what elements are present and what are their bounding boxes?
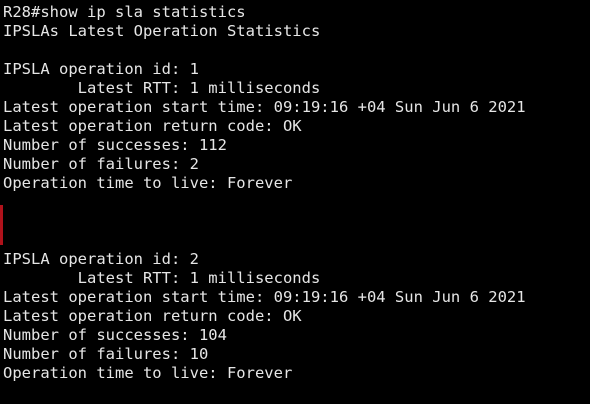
time-to-live: Operation time to live: Forever <box>3 174 293 192</box>
success-count: Number of successes: 112 <box>3 136 227 154</box>
operation-block-1: IPSLA operation id: 1 Latest RTT: 1 mill… <box>3 60 590 193</box>
time-to-live: Operation time to live: Forever <box>3 364 293 382</box>
prompt: R28# <box>3 3 41 21</box>
command-line: R28#show ip sla statistics <box>3 3 590 22</box>
operation-id: IPSLA operation id: 2 <box>3 250 199 268</box>
success-count: Number of successes: 104 <box>3 326 227 344</box>
failure-count: Number of failures: 2 <box>3 155 199 173</box>
terminal-output: R28#show ip sla statistics IPSLAs Latest… <box>3 3 590 383</box>
latest-rtt: Latest RTT: 1 milliseconds <box>3 269 321 287</box>
return-code: Latest operation return code: OK <box>3 307 302 325</box>
start-time: Latest operation start time: 09:19:16 +0… <box>3 288 526 306</box>
operation-id: IPSLA operation id: 1 <box>3 60 199 78</box>
start-time: Latest operation start time: 09:19:16 +0… <box>3 98 526 116</box>
command-text: show ip sla statistics <box>40 3 246 21</box>
operation-block-2: IPSLA operation id: 2 Latest RTT: 1 mill… <box>3 250 590 383</box>
failure-count: Number of failures: 10 <box>3 345 209 363</box>
return-code: Latest operation return code: OK <box>3 117 302 135</box>
latest-rtt: Latest RTT: 1 milliseconds <box>3 79 321 97</box>
terminal-window[interactable]: R28#show ip sla statistics IPSLAs Latest… <box>0 0 590 404</box>
output-header: IPSLAs Latest Operation Statistics <box>3 22 321 40</box>
